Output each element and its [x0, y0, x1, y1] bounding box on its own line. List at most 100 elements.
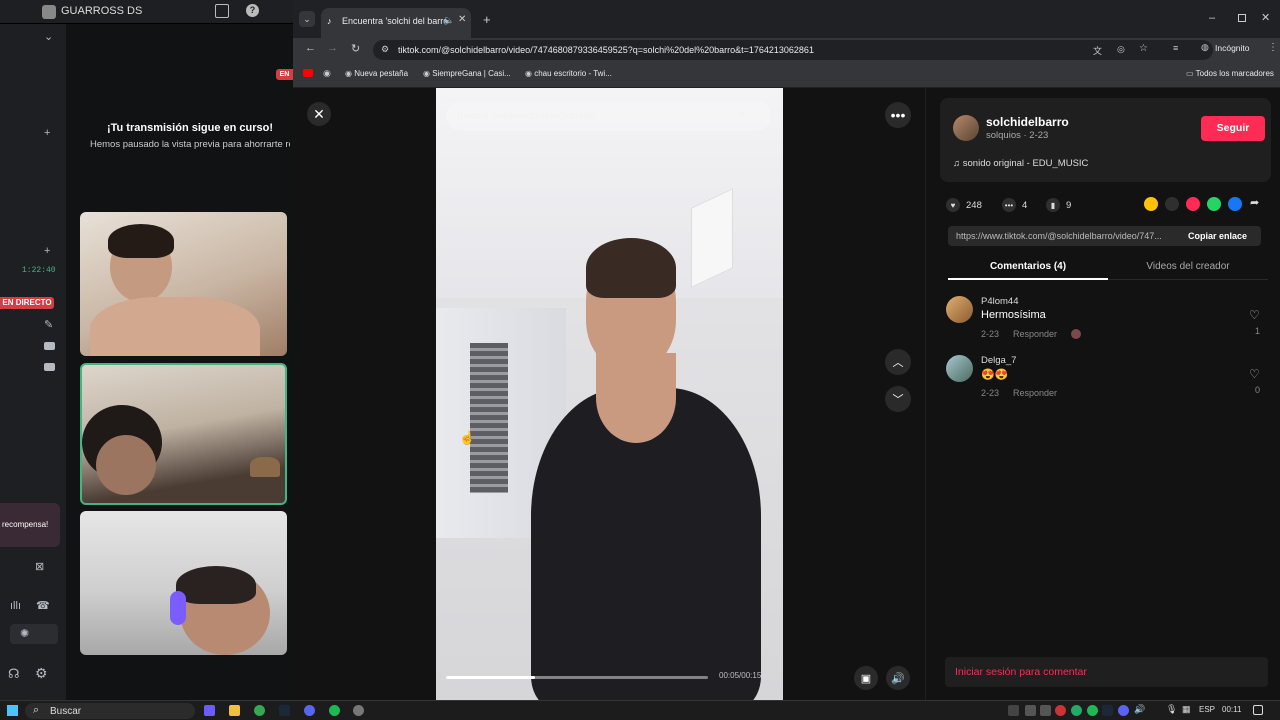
steam-icon[interactable]: [279, 705, 290, 716]
tray-overflow-icon[interactable]: [1008, 705, 1019, 716]
login-to-comment-bar[interactable]: Iniciar sesión para comentar: [945, 657, 1268, 687]
like-stat[interactable]: ♥ 248: [946, 198, 982, 212]
incognito-label[interactable]: Incógnito: [1215, 43, 1250, 53]
file-explorer-icon[interactable]: [229, 705, 240, 716]
previous-video-icon[interactable]: ︿: [885, 349, 911, 375]
maximize-icon[interactable]: [1238, 14, 1246, 22]
copilot-icon[interactable]: [204, 705, 215, 716]
like-heart-icon[interactable]: ♡: [1249, 308, 1260, 322]
obs-icon[interactable]: [353, 705, 364, 716]
tray-icon[interactable]: [1040, 705, 1051, 716]
spotify-tray-icon[interactable]: [1087, 705, 1098, 716]
activity-button[interactable]: ✺: [10, 624, 58, 644]
close-icon[interactable]: ✕: [307, 102, 331, 126]
more-options-icon[interactable]: •••: [885, 102, 911, 128]
camera-icon[interactable]: [44, 342, 55, 350]
embed-icon[interactable]: [1165, 197, 1179, 211]
tray-icon[interactable]: [1025, 705, 1036, 716]
avatar[interactable]: [953, 115, 979, 141]
chevron-down-icon[interactable]: ⌄: [44, 30, 53, 43]
video-link[interactable]: https://www.tiktok.com/@solchidelbarro/v…: [956, 231, 1176, 241]
tracking-off-icon[interactable]: ◎: [1117, 44, 1125, 55]
volume-icon[interactable]: 🔊: [886, 666, 910, 690]
discord-tray-icon[interactable]: [1118, 705, 1129, 716]
tab-audio-icon[interactable]: 🔈: [443, 15, 454, 26]
tray-icon[interactable]: [1071, 705, 1082, 716]
bookmark-item[interactable]: ◉ chau escritorio - Twi...: [525, 69, 612, 78]
reward-banner[interactable]: recompensa!: [0, 503, 60, 547]
send-icon[interactable]: [1186, 197, 1200, 211]
volume-tray-icon[interactable]: 🔊: [1134, 704, 1145, 715]
clock[interactable]: 00:11: [1222, 705, 1241, 714]
disconnect-icon[interactable]: ☎: [36, 599, 50, 612]
youtube-icon[interactable]: [303, 69, 313, 77]
headset-icon[interactable]: ☊: [8, 666, 20, 682]
new-tab-icon[interactable]: +: [483, 12, 491, 27]
facebook-icon[interactable]: [1228, 197, 1242, 211]
screen-share-icon[interactable]: ⊠: [35, 560, 44, 573]
reply-button[interactable]: Responder: [1013, 388, 1057, 398]
address-bar[interactable]: ⚙ tiktok.com/@solchidelbarro/video/74746…: [373, 40, 1213, 60]
video-progress-bar[interactable]: [446, 676, 708, 679]
like-heart-icon[interactable]: ♡: [1249, 367, 1260, 381]
avatar[interactable]: [946, 355, 973, 382]
bookmark-item[interactable]: ◉ SiempreGana | Casi...: [423, 69, 511, 78]
reload-icon[interactable]: ↻: [351, 42, 360, 55]
minimize-icon[interactable]: –: [1209, 12, 1215, 24]
tab-creator-videos[interactable]: Videos del creador: [1108, 261, 1268, 272]
video-tile[interactable]: [80, 212, 287, 356]
comment-stat[interactable]: ••• 4: [1002, 198, 1027, 212]
discord-icon[interactable]: [304, 705, 315, 716]
whatsapp-icon[interactable]: [1207, 197, 1221, 211]
settings-gear-icon[interactable]: ⚙: [35, 665, 48, 682]
avatar[interactable]: [946, 296, 973, 323]
bookmark-star-icon[interactable]: ☆: [1139, 43, 1148, 54]
translate-icon[interactable]: 文: [1093, 44, 1102, 57]
video-player[interactable]: [436, 88, 783, 700]
notifications-icon[interactable]: [1253, 705, 1263, 715]
search-icon[interactable]: ⌕: [739, 108, 745, 121]
camera-icon[interactable]: [44, 363, 55, 371]
tray-icon[interactable]: [1055, 705, 1066, 716]
follow-button[interactable]: Seguir: [1201, 116, 1265, 141]
add-channel-icon[interactable]: +: [44, 245, 50, 257]
save-stat[interactable]: ▮ 9: [1046, 198, 1071, 212]
sound-link[interactable]: ♫ sonido original - EDU_MUSIC: [953, 158, 1088, 169]
tab-comments[interactable]: Comentarios (4): [948, 261, 1108, 280]
spotify-icon[interactable]: [329, 705, 340, 716]
help-icon[interactable]: ?: [246, 4, 259, 17]
forward-icon[interactable]: →: [327, 42, 338, 54]
close-window-icon[interactable]: ✕: [1261, 11, 1270, 24]
related-search-input[interactable]: Buscar contenido relacionado ⌕: [446, 101, 771, 131]
comment-author[interactable]: Delga_7: [981, 355, 1016, 366]
back-icon[interactable]: ←: [305, 42, 316, 54]
all-bookmarks[interactable]: ▭ Todos los marcadores: [1186, 69, 1274, 78]
steam-tray-icon[interactable]: [1102, 705, 1113, 716]
video-tile-active[interactable]: [80, 363, 287, 505]
taskbar-search[interactable]: ⌕ Buscar: [25, 703, 195, 719]
next-video-icon[interactable]: ﹀: [885, 386, 911, 412]
globe-icon[interactable]: ◉: [323, 68, 331, 79]
copy-link-button[interactable]: Copiar enlace: [1188, 231, 1247, 241]
login-prompt[interactable]: Iniciar sesión para comentar: [955, 666, 1087, 678]
browser-tab[interactable]: ♪ Encuentra 'solchi del barro 🔈 ✕: [321, 8, 471, 38]
soundboard-icon[interactable]: ıllı: [10, 600, 21, 612]
windows-start-icon[interactable]: [7, 705, 18, 716]
menu-kebab-icon[interactable]: ⋮: [1268, 42, 1278, 53]
microphone-icon[interactable]: 🎙: [1166, 704, 1177, 715]
mic-muted-icon[interactable]: ✎: [44, 318, 53, 331]
chrome-icon[interactable]: [254, 705, 265, 716]
creator-username[interactable]: solchidelbarro: [986, 115, 1069, 129]
bookmark-item[interactable]: ◉ Nueva pestaña: [345, 69, 408, 78]
video-tile[interactable]: [80, 511, 287, 655]
floating-player-icon[interactable]: ▣: [854, 666, 878, 690]
input-language[interactable]: ESP: [1199, 705, 1215, 714]
inbox-icon[interactable]: [215, 4, 229, 18]
reply-button[interactable]: Responder: [1013, 329, 1057, 339]
share-arrow-icon[interactable]: ➦: [1250, 196, 1259, 209]
comment-author[interactable]: P4lom44: [981, 296, 1019, 307]
network-icon[interactable]: ▦: [1182, 704, 1191, 715]
tab-search-icon[interactable]: ⌄: [299, 11, 315, 27]
tab-manager-icon[interactable]: ≡: [1173, 43, 1178, 53]
site-info-icon[interactable]: ⚙: [381, 44, 389, 55]
